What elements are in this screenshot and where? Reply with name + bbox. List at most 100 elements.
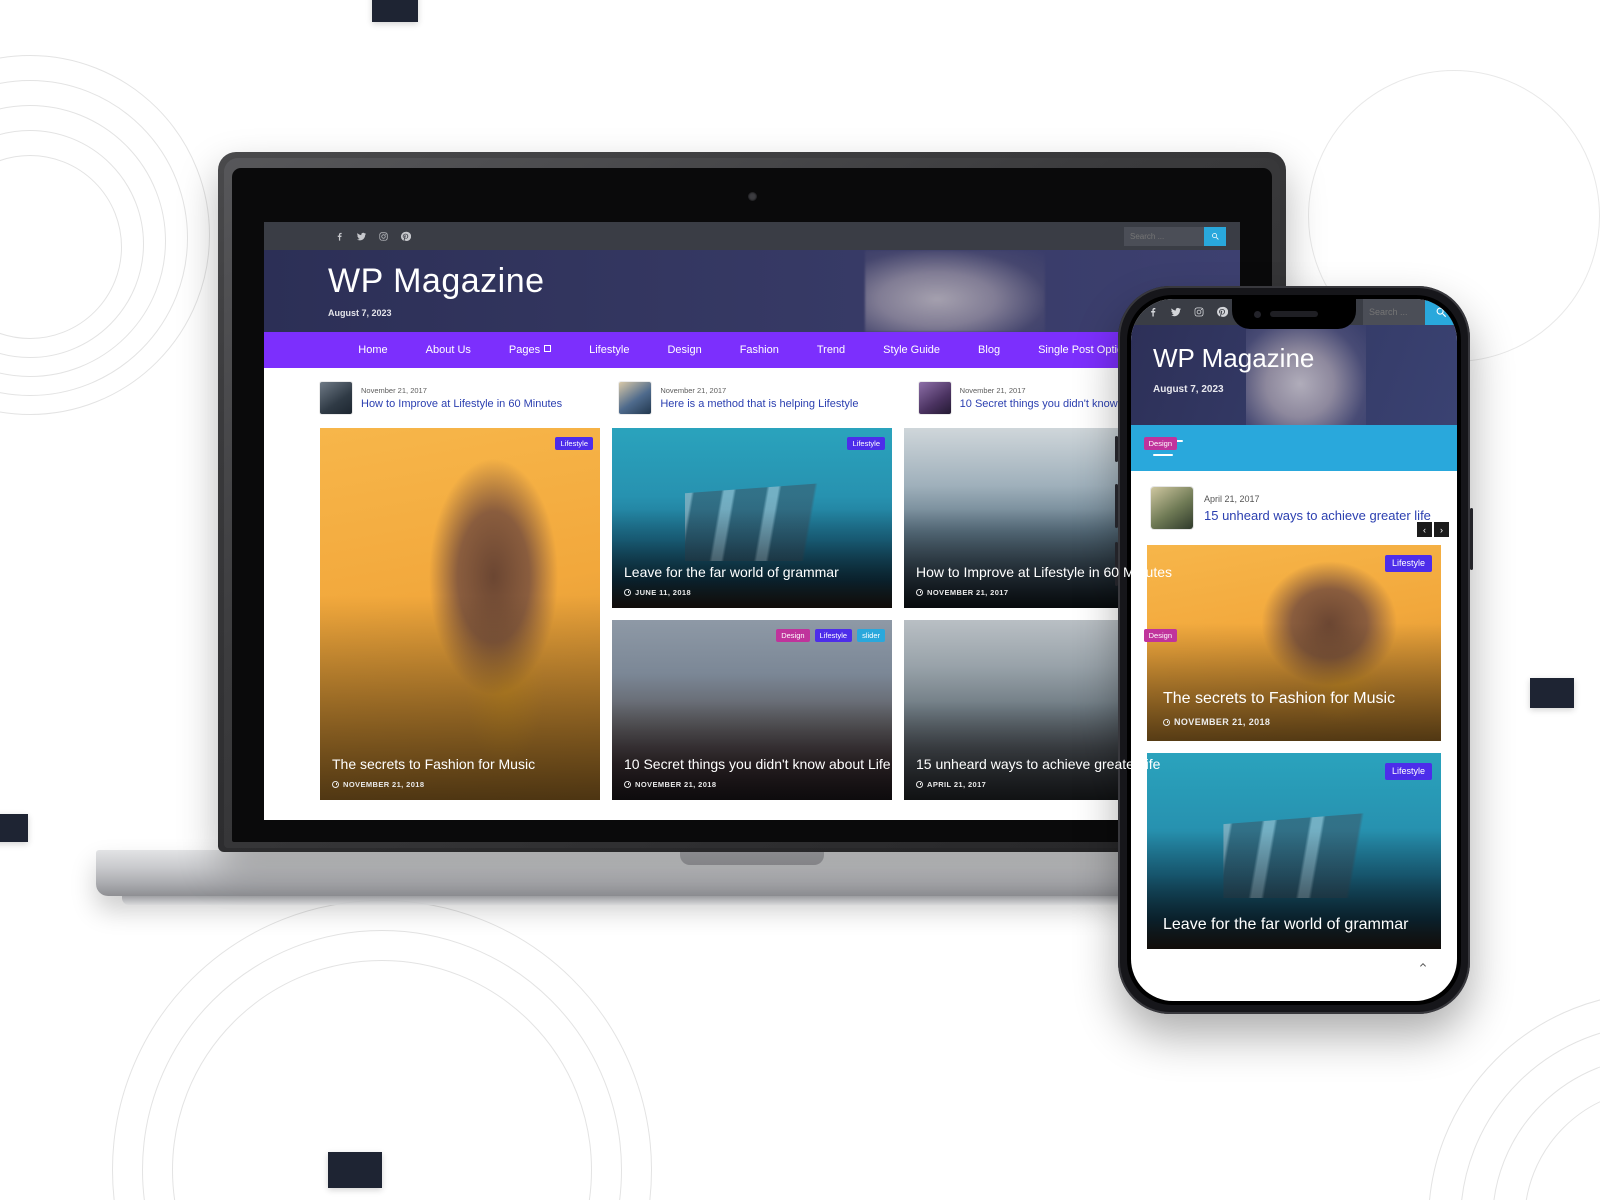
tag-design[interactable]: Design: [1143, 629, 1177, 643]
card-title[interactable]: The secrets to Fashion for Music: [332, 756, 588, 774]
scroll-to-top-button[interactable]: [1409, 951, 1437, 979]
post-card[interactable]: Design Lifestyle slider 10 Secret things…: [612, 620, 892, 800]
phone-front-camera: [1254, 311, 1261, 318]
card-date: NOVEMBER 21, 2017: [916, 588, 1172, 597]
card-date: NOVEMBER 21, 2018: [332, 780, 588, 789]
tag-design[interactable]: Design: [1143, 437, 1177, 451]
site-date: August 7, 2023: [328, 307, 392, 318]
mobile-search-button[interactable]: [1425, 299, 1457, 325]
card-date: APRIL 21, 2017: [916, 780, 1172, 789]
decoration-square-top: [372, 0, 418, 22]
facebook-icon[interactable]: [334, 231, 345, 242]
mobile-ticker-title[interactable]: 15 unheard ways to achieve greater life: [1204, 508, 1431, 523]
clock-icon: [332, 781, 339, 788]
card-title[interactable]: Leave for the far world of grammar: [624, 564, 880, 582]
clock-icon: [1163, 719, 1170, 726]
pinterest-icon[interactable]: [400, 231, 411, 242]
mobile-card-date: NOVEMBER 21, 2018: [1163, 717, 1425, 727]
mobile-search-bar[interactable]: [1363, 299, 1457, 325]
clock-icon: [624, 589, 631, 596]
tag-lifestyle[interactable]: Lifestyle: [1384, 555, 1432, 573]
mobile-post-card[interactable]: Lifestyle The secrets to Fashion for Mus…: [1147, 545, 1441, 741]
mobile-post-card[interactable]: Lifestyle Leave for the far world of gra…: [1147, 753, 1441, 949]
mobile-card-title[interactable]: Leave for the far world of grammar: [1163, 915, 1425, 935]
card-tags: Lifestyle: [847, 437, 885, 451]
mobile-site-brand: WP Magazine: [1153, 343, 1315, 373]
desktop-masthead: WP Magazine August 7, 2023: [264, 250, 1240, 332]
phone-button-power: [1470, 508, 1473, 570]
ticker-thumbnail: [320, 382, 352, 414]
post-card[interactable]: Lifestyle Leave for the far world of gra…: [612, 428, 892, 608]
search-button[interactable]: [1204, 226, 1226, 246]
search-icon: [1211, 232, 1219, 240]
twitter-icon[interactable]: [1170, 306, 1182, 318]
ticker-date: November 21, 2017: [361, 386, 427, 395]
tag-lifestyle[interactable]: Lifestyle: [814, 629, 853, 643]
mobile-card-title[interactable]: The secrets to Fashion for Music: [1163, 689, 1425, 709]
card-title[interactable]: How to Improve at Lifestyle in 60 Minute…: [916, 564, 1172, 582]
ticker-item[interactable]: November 21, 2017 How to Improve at Life…: [320, 382, 585, 414]
phone-notch: [1232, 299, 1356, 329]
nav-item-lifestyle[interactable]: Lifestyle: [570, 344, 648, 356]
mobile-masthead: WP Magazine August 7, 2023: [1131, 325, 1457, 425]
mobile-nav-bar: [1131, 425, 1457, 471]
ticker-date: November 21, 2017: [660, 386, 727, 395]
mobile-ticker-controls: ‹ ›: [1417, 522, 1449, 537]
decoration-square-left: [0, 814, 28, 842]
tag-slider[interactable]: slider: [857, 629, 885, 643]
ticker-title[interactable]: How to Improve at Lifestyle in 60 Minute…: [361, 398, 562, 410]
search-input[interactable]: [1124, 226, 1204, 246]
clock-icon: [916, 781, 923, 788]
site-brand: WP Magazine: [328, 262, 545, 300]
mobile-card-tags: Lifestyle: [1384, 555, 1432, 573]
twitter-icon[interactable]: [356, 231, 367, 242]
ticker-title[interactable]: Here is a method that is helping Lifesty…: [660, 398, 858, 410]
nav-item-design[interactable]: Design: [648, 344, 720, 356]
card-date: JUNE 11, 2018: [624, 588, 880, 597]
nav-item-blog[interactable]: Blog: [959, 344, 1019, 356]
tag-design[interactable]: Design: [776, 629, 810, 643]
card-tags: Design: [1143, 437, 1177, 451]
phone-screen: WP Magazine August 7, 2023 April 21, 201…: [1131, 299, 1457, 1001]
phone-mockup: WP Magazine August 7, 2023 April 21, 201…: [1115, 286, 1473, 1014]
ticker-thumbnail: [918, 382, 951, 414]
pinterest-icon[interactable]: [1216, 306, 1228, 318]
card-tags: Design Lifestyle slider: [776, 629, 885, 643]
nav-item-trend[interactable]: Trend: [798, 344, 864, 356]
card-date: NOVEMBER 21, 2018: [624, 780, 880, 789]
ticker-next-button[interactable]: ›: [1434, 522, 1449, 537]
card-title[interactable]: 10 Secret things you didn't know about L…: [624, 756, 891, 774]
mobile-search-input[interactable]: [1363, 299, 1425, 325]
clock-icon: [916, 589, 923, 596]
tag-lifestyle[interactable]: Lifestyle: [555, 437, 593, 451]
decoration-square-right: [1530, 678, 1574, 708]
nav-item-pages[interactable]: Pages: [490, 344, 570, 356]
laptop-trackpad-notch: [680, 850, 824, 865]
mobile-ticker-thumbnail: [1151, 487, 1193, 529]
card-title[interactable]: 15 unheard ways to achieve greater life: [916, 756, 1172, 774]
post-grid: Lifestyle The secrets to Fashion for Mus…: [264, 428, 1240, 800]
search-bar[interactable]: [1124, 226, 1226, 246]
tag-lifestyle[interactable]: Lifestyle: [1384, 763, 1432, 781]
desktop-main-nav: Home About Us Pages Lifestyle Design Fas…: [264, 332, 1240, 368]
nav-item-style-guide[interactable]: Style Guide: [864, 344, 959, 356]
nav-item-home[interactable]: Home: [339, 344, 406, 356]
instagram-icon[interactable]: [378, 231, 389, 242]
laptop-camera: [747, 192, 757, 201]
search-icon: [1436, 307, 1446, 317]
dropdown-box-icon: [544, 345, 552, 352]
card-tags: Design: [1143, 629, 1177, 643]
tag-lifestyle[interactable]: Lifestyle: [847, 437, 885, 451]
nav-item-about-us[interactable]: About Us: [407, 344, 490, 356]
facebook-icon[interactable]: [1147, 306, 1159, 318]
post-card-featured[interactable]: Lifestyle The secrets to Fashion for Mus…: [320, 428, 600, 800]
mobile-card-tags: Lifestyle: [1384, 763, 1432, 781]
ticker-item[interactable]: November 21, 2017 Here is a method that …: [619, 382, 884, 414]
instagram-icon[interactable]: [1193, 306, 1205, 318]
ticker-thumbnail: [619, 382, 652, 414]
nav-item-fashion[interactable]: Fashion: [721, 344, 798, 356]
presentation-canvas: WP Magazine August 7, 2023 Home About Us…: [0, 0, 1600, 1200]
ticker-prev-button[interactable]: ‹: [1417, 522, 1432, 537]
mobile-site-date: August 7, 2023: [1153, 384, 1224, 395]
card-tags: Lifestyle: [555, 437, 593, 451]
